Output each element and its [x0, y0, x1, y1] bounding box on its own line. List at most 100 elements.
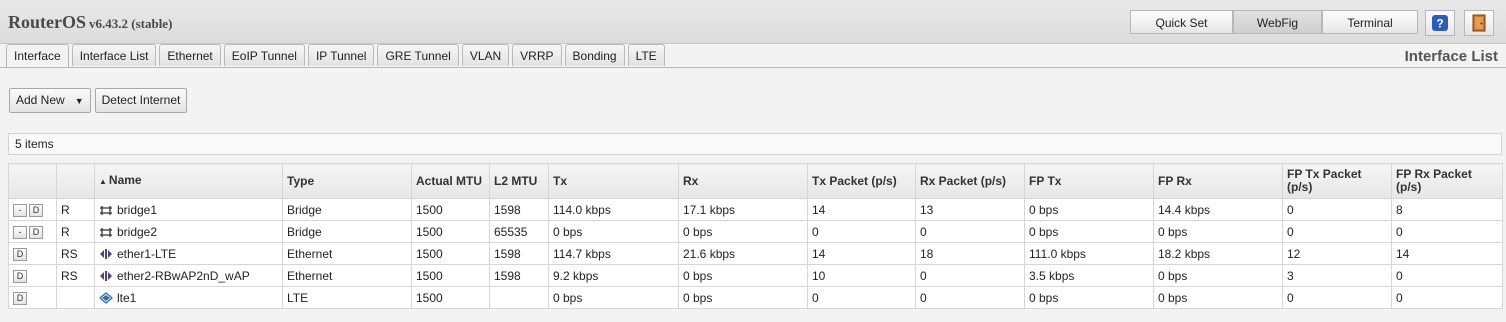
bridge-icon [100, 205, 112, 215]
lte-icon [99, 292, 113, 305]
table-row[interactable]: D RS ether2-RBwAP2nD_wAP Ethernet 1500 1598 9.… [8, 264, 1503, 287]
ethernet-icon [100, 271, 112, 282]
ethernet-icon [100, 249, 112, 260]
logout-button[interactable] [1464, 10, 1494, 36]
row-l2-mtu: 65535 [489, 220, 549, 243]
row-fp-tx: 111.0 kbps [1024, 242, 1154, 265]
row-name[interactable]: ether1-LTE [94, 242, 283, 265]
row-l2-mtu: 1598 [489, 242, 549, 265]
col-actual-mtu-header[interactable]: Actual MTU [411, 163, 490, 199]
col-fp-rx-header[interactable]: FP Rx [1153, 163, 1283, 199]
row-fp-rx-packet: 0 [1391, 264, 1503, 287]
row-actual-mtu: 1500 [411, 242, 490, 265]
row-actions: D [8, 242, 57, 265]
row-name[interactable]: bridge2 [94, 220, 283, 243]
item-count: 5 items [8, 133, 1502, 155]
row-rx-packet: 0 [915, 220, 1025, 243]
row-name[interactable]: lte1 [94, 286, 283, 309]
row-l2-mtu: 1598 [489, 264, 549, 287]
table-row[interactable]: - D Rbridge2 Bridge 1500 65535 0 bps 0 bps 0 0 0 b… [8, 220, 1503, 243]
interface-table: ▲ Name Type Actual MTU L2 MTU Tx Rx Tx Pa… [8, 163, 1503, 309]
row-name-label: bridge1 [117, 202, 158, 217]
col-name-header[interactable]: ▲ Name [94, 163, 283, 199]
tab-interface-list[interactable]: Interface List [71, 44, 157, 66]
row-rx: 17.1 kbps [678, 198, 808, 221]
top-bar: RouterOS v6.43.2 (stable) Quick Set WebF… [0, 0, 1506, 44]
row-actual-mtu: 1500 [411, 198, 490, 221]
row-fp-tx-packet: 0 [1282, 198, 1392, 221]
row-fp-rx: 0 bps [1153, 220, 1283, 243]
row-l2-mtu: 1598 [489, 198, 549, 221]
terminal-button[interactable]: Terminal [1322, 10, 1418, 34]
row-rx: 21.6 kbps [678, 242, 808, 265]
row-flags: RS [56, 264, 95, 287]
add-new-button[interactable]: Add New ▼ [9, 88, 91, 113]
tab-gre-tunnel[interactable]: GRE Tunnel [377, 44, 459, 66]
col-rx-packet-header[interactable]: Rx Packet (p/s) [915, 163, 1025, 199]
remove-button[interactable]: - [13, 203, 27, 217]
row-tx: 114.0 kbps [548, 198, 679, 221]
row-fp-tx: 0 bps [1024, 286, 1154, 309]
row-rx: 0 bps [678, 286, 808, 309]
col-tx-header[interactable]: Tx [548, 163, 679, 199]
row-flags [56, 286, 95, 309]
row-fp-rx-packet: 8 [1391, 198, 1503, 221]
tab-interface[interactable]: Interface [6, 44, 69, 68]
tab-lte[interactable]: LTE [627, 44, 665, 66]
remove-button[interactable]: - [13, 225, 27, 239]
row-name-label: bridge2 [117, 224, 158, 239]
sort-ascending-icon: ▲ [99, 177, 107, 186]
row-actual-mtu: 1500 [411, 286, 490, 309]
row-type: Ethernet [282, 264, 412, 287]
row-name[interactable]: bridge1 [94, 198, 283, 221]
col-tx-packet-header[interactable]: Tx Packet (p/s) [807, 163, 916, 199]
tab-vlan[interactable]: VLAN [461, 44, 510, 66]
brand-name: RouterOS [8, 12, 86, 32]
action-bar: Add New ▼ Detect Internet [9, 88, 191, 113]
col-fp-tx-header[interactable]: FP Tx [1024, 163, 1154, 199]
table-row[interactable]: - D Rbridge1 Bridge 1500 1598 114.0 kbps 17.1 k… [8, 198, 1503, 221]
row-fp-tx-packet: 12 [1282, 242, 1392, 265]
help-button[interactable]: ? [1425, 10, 1455, 36]
disable-button[interactable]: D [13, 269, 27, 283]
col-flags-header [56, 163, 95, 199]
detect-internet-button[interactable]: Detect Internet [94, 88, 188, 113]
disable-button[interactable]: D [13, 291, 27, 305]
row-fp-rx-packet: 0 [1391, 286, 1503, 309]
tab-ethernet[interactable]: Ethernet [159, 44, 221, 66]
col-type-header[interactable]: Type [282, 163, 412, 199]
col-l2-mtu-header[interactable]: L2 MTU [489, 163, 549, 199]
row-fp-rx: 0 bps [1153, 264, 1283, 287]
tab-ip-tunnel[interactable]: IP Tunnel [307, 44, 375, 66]
disable-button[interactable]: D [29, 203, 43, 217]
tab-bonding[interactable]: Bonding [564, 44, 625, 66]
mode-switcher: Quick Set WebFig Terminal [1130, 10, 1418, 34]
row-fp-rx: 14.4 kbps [1153, 198, 1283, 221]
row-tx: 0 bps [548, 220, 679, 243]
row-l2-mtu [489, 286, 549, 309]
table-row[interactable]: D RS ether1-LTE Ethernet 1500 1598 114.7 kbps 2… [8, 242, 1503, 265]
row-rx-packet: 0 [915, 286, 1025, 309]
tab-bar: Interface Interface List Ethernet EoIP T… [6, 44, 668, 68]
row-actions: -D [8, 220, 57, 243]
quick-set-button[interactable]: Quick Set [1130, 10, 1233, 34]
col-rx-header[interactable]: Rx [678, 163, 808, 199]
row-fp-tx: 0 bps [1024, 220, 1154, 243]
webfig-button[interactable]: WebFig [1233, 10, 1322, 34]
disable-button[interactable]: D [29, 225, 43, 239]
row-fp-tx-packet: 0 [1282, 220, 1392, 243]
dropdown-arrow-icon: ▼ [74, 96, 84, 106]
row-fp-tx-packet: 0 [1282, 286, 1392, 309]
disable-button[interactable]: D [13, 247, 27, 261]
row-type: Bridge [282, 220, 412, 243]
row-type: Ethernet [282, 242, 412, 265]
svg-text:?: ? [1436, 17, 1443, 31]
col-fp-tx-packet-header[interactable]: FP Tx Packet (p/s) [1282, 163, 1392, 199]
tab-eoip-tunnel[interactable]: EoIP Tunnel [223, 44, 305, 66]
row-name[interactable]: ether2-RBwAP2nD_wAP [94, 264, 283, 287]
table-row[interactable]: Dlte1 LTE 1500 0 bps 0 bps 0 0 0 bps 0 bps 0 0 [8, 286, 1503, 309]
tab-vrrp[interactable]: VRRP [512, 44, 562, 66]
help-icon: ? [1432, 15, 1448, 31]
col-fp-rx-packet-header[interactable]: FP Rx Packet (p/s) [1391, 163, 1503, 199]
row-flags: R [56, 198, 95, 221]
